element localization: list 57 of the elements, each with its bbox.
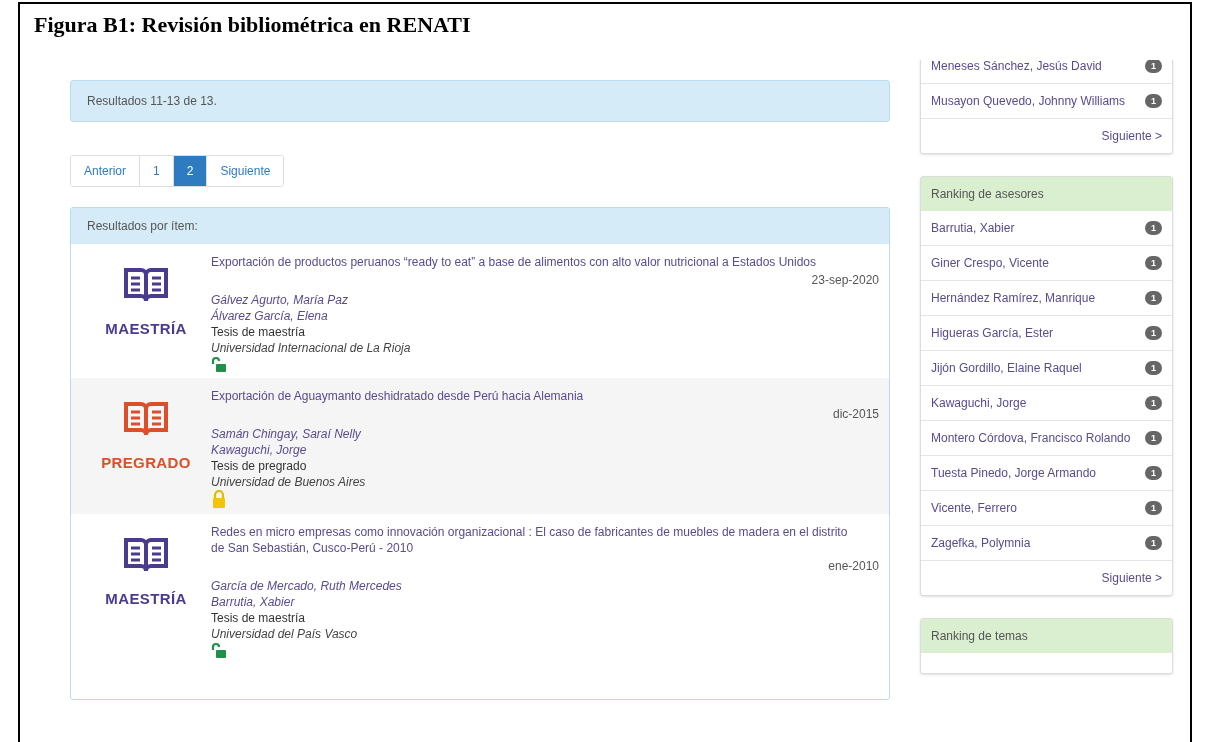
author-link[interactable]: Kawaguchi, Jorge [211, 442, 307, 458]
result-title-link[interactable]: Exportación de productos peruanos “ready to eat” a base de alimentos con alto valor nutricional a Estados Unidos [211, 254, 879, 270]
panel-heading: Resultados por ítem: [71, 208, 889, 244]
count-badge: 1 [1145, 361, 1162, 375]
ranking-link[interactable]: Barrutia, Xabier [931, 220, 1023, 236]
count-badge: 1 [1145, 60, 1162, 73]
ranking-link[interactable]: Montero Córdova, Francisco Rolando [931, 430, 1139, 446]
ranking-link[interactable]: Musayon Quevedo, Johnny Williams [931, 93, 1134, 109]
author-link[interactable]: Barrutia, Xabier [211, 594, 295, 610]
degree-label: MAESTRÍA [105, 589, 187, 609]
result-date: 23-sep-2020 [810, 272, 879, 288]
ranking-link[interactable]: Hernández Ramírez, Manrique [931, 290, 1104, 306]
ranking-link[interactable]: Kawaguchi, Jorge [931, 395, 1035, 411]
count-badge: 1 [1145, 466, 1162, 480]
ranking-link[interactable]: Jijón Gordillo, Elaine Raquel [931, 360, 1090, 376]
book-icon [123, 400, 169, 438]
pagination-link[interactable]: 2 [172, 156, 207, 186]
result-date: dic-2015 [831, 406, 879, 422]
thesis-type: Tesis de maestría [211, 610, 306, 626]
next-link[interactable]: Siguiente > [1101, 127, 1162, 145]
count-badge: 1 [1145, 94, 1162, 108]
panel-heading: Ranking de temas [921, 619, 1172, 653]
count-badge: 1 [1145, 501, 1162, 515]
book-icon [123, 536, 169, 574]
count-badge: 1 [1145, 431, 1162, 445]
ranking-link[interactable]: Higueras García, Ester [931, 325, 1062, 341]
ranking-link[interactable]: Vicente, Ferrero [931, 500, 1025, 516]
pagination-link[interactable]: Siguiente [206, 156, 284, 186]
degree-label: PREGRADO [101, 453, 191, 473]
count-badge: 1 [1145, 221, 1162, 235]
ranking-link[interactable]: Giner Crespo, Vicente [931, 255, 1057, 271]
result-date: ene-2010 [827, 558, 879, 574]
ranking-link[interactable]: Zagefka, Polymnia [931, 535, 1039, 551]
panel-heading: Ranking de asesores [921, 177, 1172, 211]
count-badge: 1 [1145, 536, 1162, 550]
ranking-link[interactable]: Meneses Sánchez, Jesús David [931, 60, 1110, 74]
degree-label: MAESTRÍA [105, 319, 187, 339]
ranking-link[interactable]: Tuesta Pinedo, Jorge Armando [931, 465, 1104, 481]
thesis-type: Tesis de pregrado [211, 458, 307, 474]
count-badge: 1 [1145, 291, 1162, 305]
book-icon [123, 266, 169, 304]
institution: Universidad del País Vasco [211, 626, 358, 642]
next-link[interactable]: Siguiente > [1101, 569, 1162, 587]
author-link[interactable]: García de Mercado, Ruth Mercedes [211, 578, 402, 594]
author-link[interactable]: Álvarez García, Elena [211, 308, 328, 324]
figure-caption: Figura B1: Revisión bibliométrica en RENATI [33, 11, 472, 39]
result-title-link[interactable]: Exportación de Aguaymanto deshidratado desde Perú hacia Alemania [211, 388, 879, 404]
author-link[interactable]: Samán Chingay, Saraí Nelly [211, 426, 361, 442]
count-badge: 1 [1145, 396, 1162, 410]
institution: Universidad de Buenos Aires [211, 474, 366, 490]
thesis-type: Tesis de maestría [211, 324, 306, 340]
result-title-link[interactable]: Redes en micro empresas como innovación organizacional : El caso de fabricantes de muebles de madera en el distrito de San Sebastián, Cusco-Perú - 2010 [211, 524, 879, 556]
count-badge: 1 [1145, 326, 1162, 340]
author-link[interactable]: Gálvez Agurto, María Paz [211, 292, 348, 308]
institution: Universidad Internacional de La Rioja [211, 340, 411, 356]
count-badge: 1 [1145, 256, 1162, 270]
results-summary: Resultados 11-13 de 13. [70, 80, 890, 122]
